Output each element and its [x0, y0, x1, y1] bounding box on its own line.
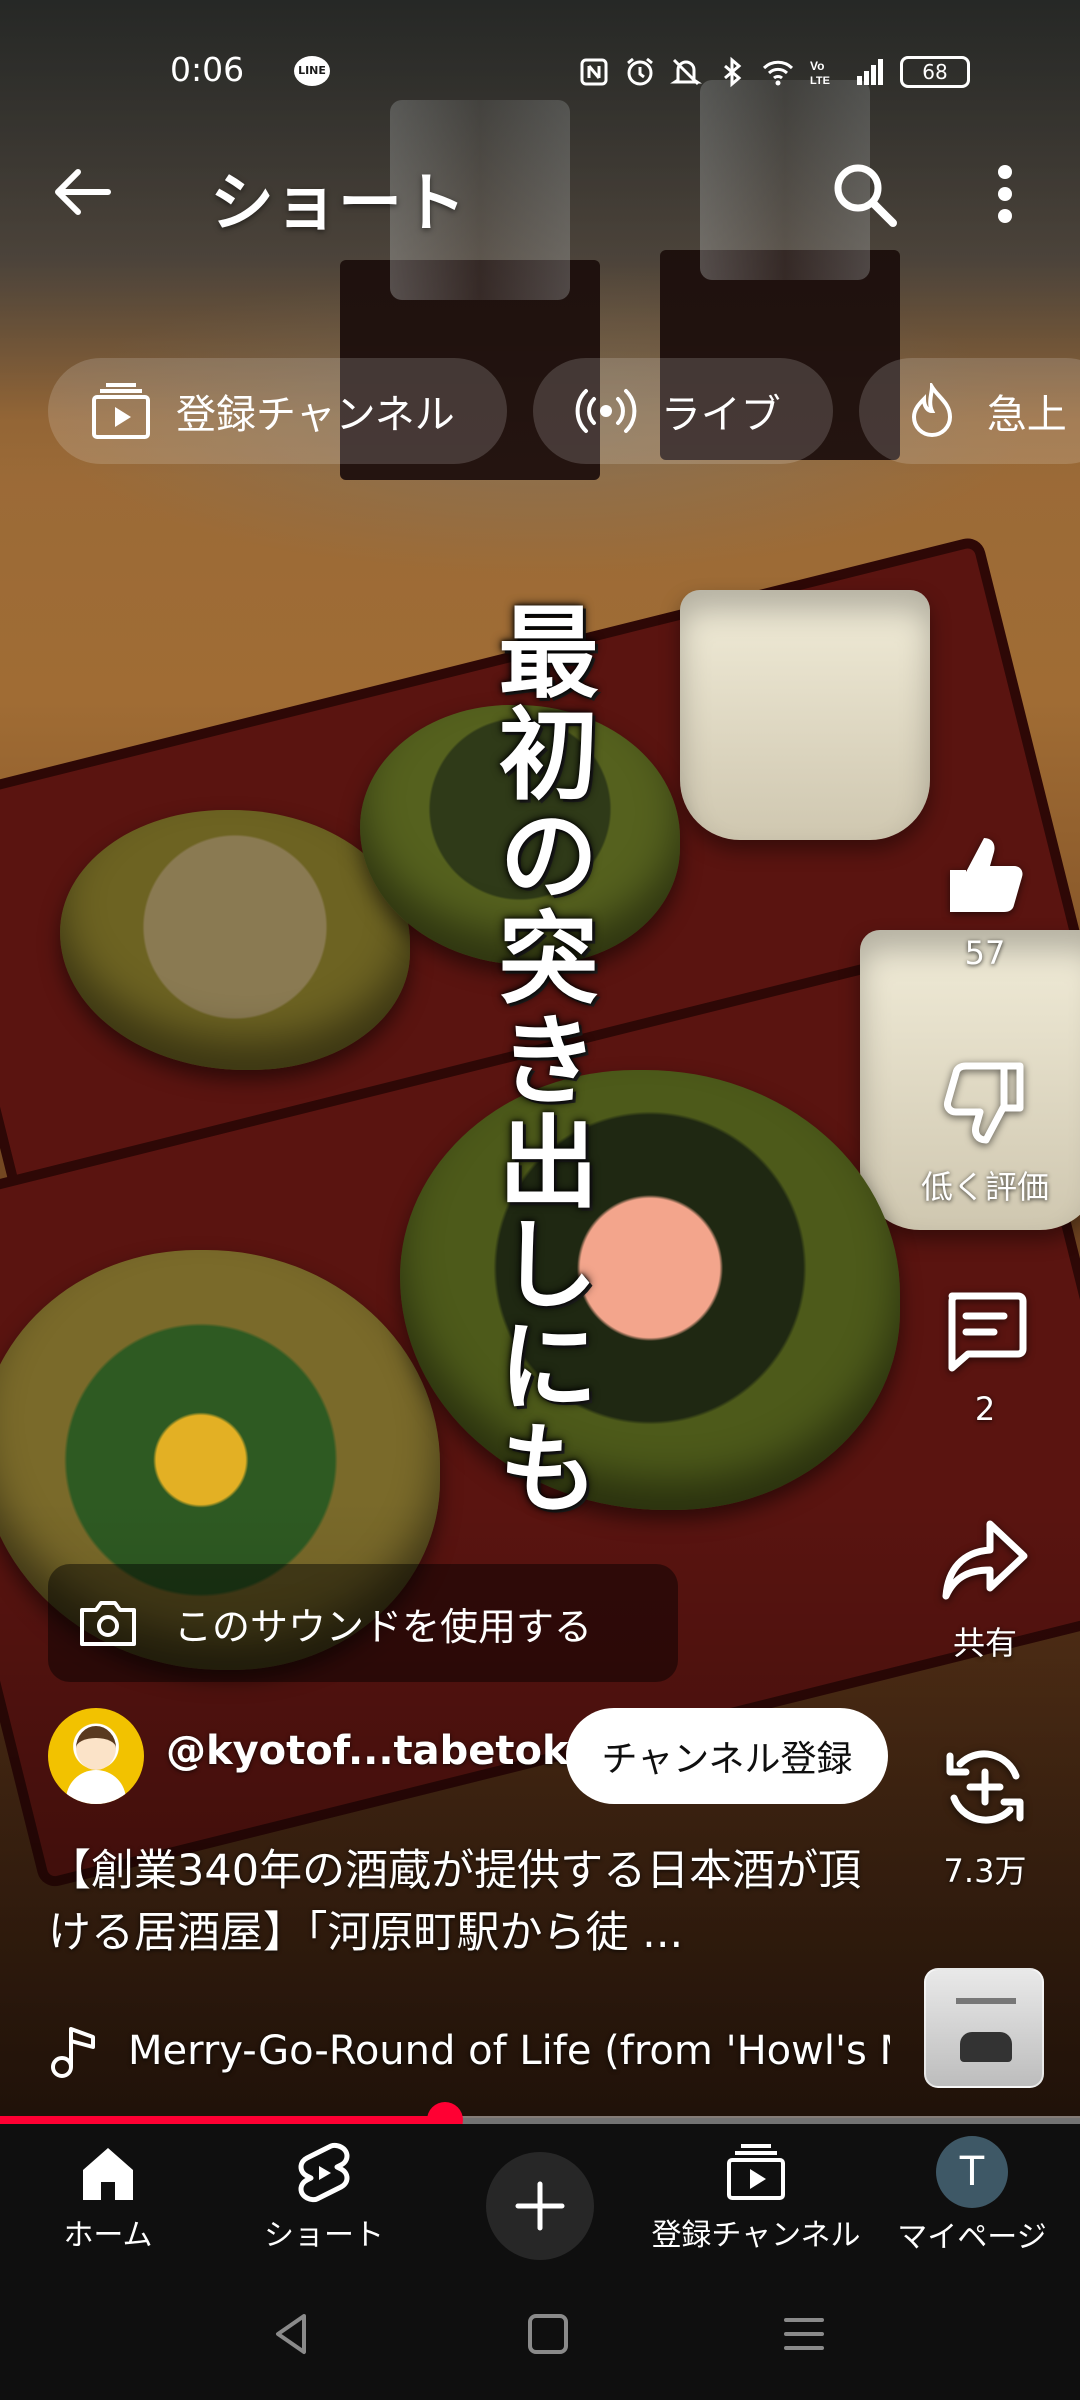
remix-count: 7.3万 [943, 1852, 1027, 1890]
battery-indicator: 68 [900, 56, 970, 88]
user-avatar: T [936, 2136, 1008, 2208]
subscribe-button[interactable]: チャンネル登録 [566, 1708, 888, 1804]
status-time: 0:06 [170, 50, 245, 89]
avatar-body [66, 1770, 126, 1804]
use-sound-label: このサウンドを使用する [174, 1604, 593, 1649]
nav-shorts[interactable]: ショート [216, 2134, 432, 2264]
remix-icon [946, 1750, 1024, 1824]
live-icon [575, 389, 637, 433]
status-icons: Vo LTE 68 [578, 52, 970, 92]
avatar-face [76, 1726, 116, 1770]
like-count: 57 [964, 934, 1006, 972]
video-progress-bar[interactable] [0, 2102, 1080, 2138]
shorts-icon [298, 2142, 350, 2203]
line-app-icon: LINE [294, 56, 330, 86]
system-back-icon[interactable] [262, 2304, 322, 2364]
music-note-icon [51, 2027, 95, 2078]
channel-handle[interactable]: @kyotof...tabetoku [166, 1728, 597, 1774]
system-recents-icon[interactable] [774, 2304, 834, 2364]
video-title[interactable]: 【創業340年の酒蔵が提供する日本酒が頂ける居酒屋】「河原町駅から徒 ... [48, 1840, 888, 1964]
chip-trending[interactable]: 急上 [858, 358, 1080, 464]
sound-thumbnail[interactable] [924, 1968, 1044, 2088]
search-icon[interactable] [830, 160, 898, 228]
comment-icon [948, 1292, 1027, 1372]
sake-cup-back [680, 590, 930, 840]
wifi-icon [762, 60, 794, 86]
filter-chips: 登録チャンネル ライブ 急上 [48, 358, 1080, 464]
chip-label: 急上 [986, 392, 1067, 438]
page-title: ショート [210, 167, 466, 241]
nav-subscriptions-label: 登録チャンネル [651, 2218, 861, 2253]
chip-label: 登録チャンネル [176, 392, 455, 438]
create-button[interactable] [486, 2152, 594, 2260]
video-overlay-caption: 最初の突き出しにも [481, 600, 599, 1518]
music-track-title: Merry-Go-Round of Life (from 'Howl's Mov [128, 2028, 890, 2074]
nav-subscriptions[interactable]: 登録チャンネル [648, 2134, 864, 2264]
dislike-button[interactable]: 低く評価 [900, 1058, 1070, 1208]
bluetooth-icon [724, 56, 742, 88]
thumb-down-icon [944, 1062, 1024, 1144]
thumb-piano [960, 2032, 1012, 2062]
chip-live[interactable]: ライブ [532, 358, 833, 464]
dislike-label: 低く評価 [920, 1168, 1049, 1206]
status-bar: 0:06 LINE Vo LTE 68 [0, 40, 1080, 100]
share-label: 共有 [952, 1624, 1017, 1662]
share-button[interactable]: 共有 [900, 1514, 1070, 1664]
thumb-up-icon [950, 838, 1023, 912]
camera-icon [80, 1601, 136, 1646]
svg-text:LTE: LTE [810, 75, 830, 87]
mute-icon [670, 58, 702, 86]
home-icon [83, 2148, 133, 2200]
comments-button[interactable]: 2 [900, 1286, 1070, 1428]
thumb-title-line [956, 1998, 1016, 2004]
channel-row: @kyotof...tabetoku チャンネル登録 [48, 1706, 908, 1806]
comment-count: 2 [974, 1390, 996, 1428]
subscriptions-icon [92, 383, 150, 439]
use-sound-button[interactable]: このサウンドを使用する [48, 1564, 678, 1682]
nav-home[interactable]: ホーム [0, 2134, 216, 2264]
plus-icon [515, 2181, 565, 2231]
subscriptions-icon [727, 2144, 785, 2200]
like-button[interactable]: 57 [900, 830, 1070, 972]
music-row[interactable]: Merry-Go-Round of Life (from 'Howl's Mov [48, 2016, 890, 2086]
nav-mypage-label: マイページ [897, 2220, 1047, 2255]
system-home-icon[interactable] [518, 2304, 578, 2364]
channel-avatar[interactable] [48, 1708, 144, 1804]
svg-text:Vo: Vo [810, 59, 824, 73]
trending-icon [911, 383, 952, 437]
chip-label: ライブ [660, 392, 781, 438]
progress-fill [0, 2116, 445, 2124]
nav-mypage[interactable]: T マイページ [864, 2134, 1080, 2264]
share-icon [942, 1520, 1028, 1600]
alarm-icon [627, 57, 653, 86]
bottom-navigation: ホーム ショート 登録チャンネル T マイページ [0, 2124, 1080, 2266]
more-options-icon[interactable] [990, 160, 1020, 228]
remix-button[interactable]: 7.3万 [900, 1742, 1070, 1892]
volte-icon: Vo LTE [810, 59, 830, 87]
nav-shorts-label: ショート [264, 2218, 384, 2253]
chip-subscriptions[interactable]: 登録チャンネル [48, 358, 507, 464]
back-arrow-icon[interactable] [50, 160, 114, 224]
nav-home-label: ホーム [63, 2218, 153, 2253]
signal-icon [857, 59, 883, 85]
system-navigation-bar [0, 2266, 1080, 2400]
top-bar: ショート [0, 140, 1080, 241]
nfc-icon [580, 58, 608, 86]
